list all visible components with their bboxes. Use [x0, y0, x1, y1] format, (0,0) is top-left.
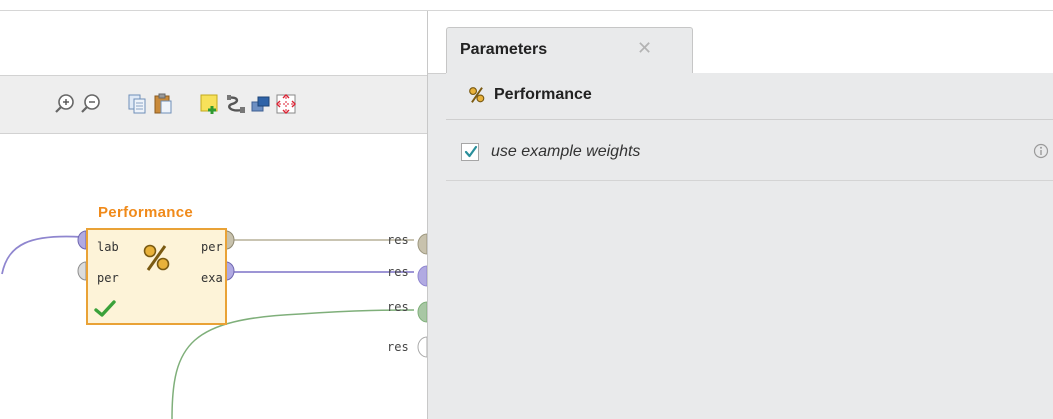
zoom-out-icon[interactable] [79, 92, 103, 116]
bring-to-front-icon[interactable] [249, 92, 273, 116]
result-label-1: res [387, 233, 409, 247]
output-port-per[interactable] [225, 230, 235, 250]
result-label-3: res [387, 300, 409, 314]
input-port-lab[interactable] [77, 230, 87, 250]
checkmark-status-icon [94, 300, 116, 317]
zoom-in-icon[interactable] [53, 92, 77, 116]
input-port-label-lab: lab [97, 240, 119, 254]
tab-parameters[interactable]: Parameters ✕ [446, 27, 693, 73]
percent-icon [469, 87, 485, 103]
auto-wire-icon[interactable] [224, 92, 248, 116]
parameters-header: Performance [446, 73, 1053, 120]
percent-icon [143, 244, 170, 271]
parameters-operator-name: Performance [494, 86, 592, 103]
copy-icon[interactable] [125, 92, 149, 116]
info-icon[interactable] [1033, 143, 1049, 159]
output-port-exa[interactable] [225, 261, 235, 281]
parameter-row: use example weights [446, 119, 1053, 181]
parameters-panel: Parameters ✕ Performance use example wei… [427, 11, 1053, 419]
result-port-3[interactable] [417, 301, 427, 323]
output-port-label-exa: exa [201, 271, 223, 285]
tab-bar: Parameters ✕ [428, 11, 1053, 74]
wire-input-res [171, 309, 415, 419]
paste-icon[interactable] [151, 92, 175, 116]
performance-operator[interactable]: lab per per exa [86, 228, 227, 325]
parameter-label: use example weights [491, 143, 641, 160]
close-icon[interactable]: ✕ [637, 38, 652, 59]
checkmark-icon [464, 145, 478, 158]
result-label-2: res [387, 265, 409, 279]
result-port-4[interactable] [417, 336, 427, 358]
result-label-4: res [387, 340, 409, 354]
tab-label: Parameters [460, 41, 548, 58]
add-note-icon[interactable] [198, 92, 222, 116]
fit-view-icon[interactable] [274, 92, 298, 116]
process-view: Performance lab per per exa res res res … [0, 11, 427, 419]
result-port-2[interactable] [417, 265, 427, 287]
wire-input-lab [1, 235, 83, 275]
process-canvas[interactable]: Performance lab per per exa res res res … [0, 134, 427, 419]
operator-title: Performance [98, 204, 194, 221]
window-top-strip [0, 0, 1053, 11]
use-example-weights-checkbox[interactable] [461, 143, 479, 161]
result-port-1[interactable] [417, 233, 427, 255]
output-port-label-per: per [201, 240, 223, 254]
process-toolbar [0, 75, 427, 134]
input-port-per[interactable] [77, 261, 87, 281]
input-port-label-per: per [97, 271, 119, 285]
